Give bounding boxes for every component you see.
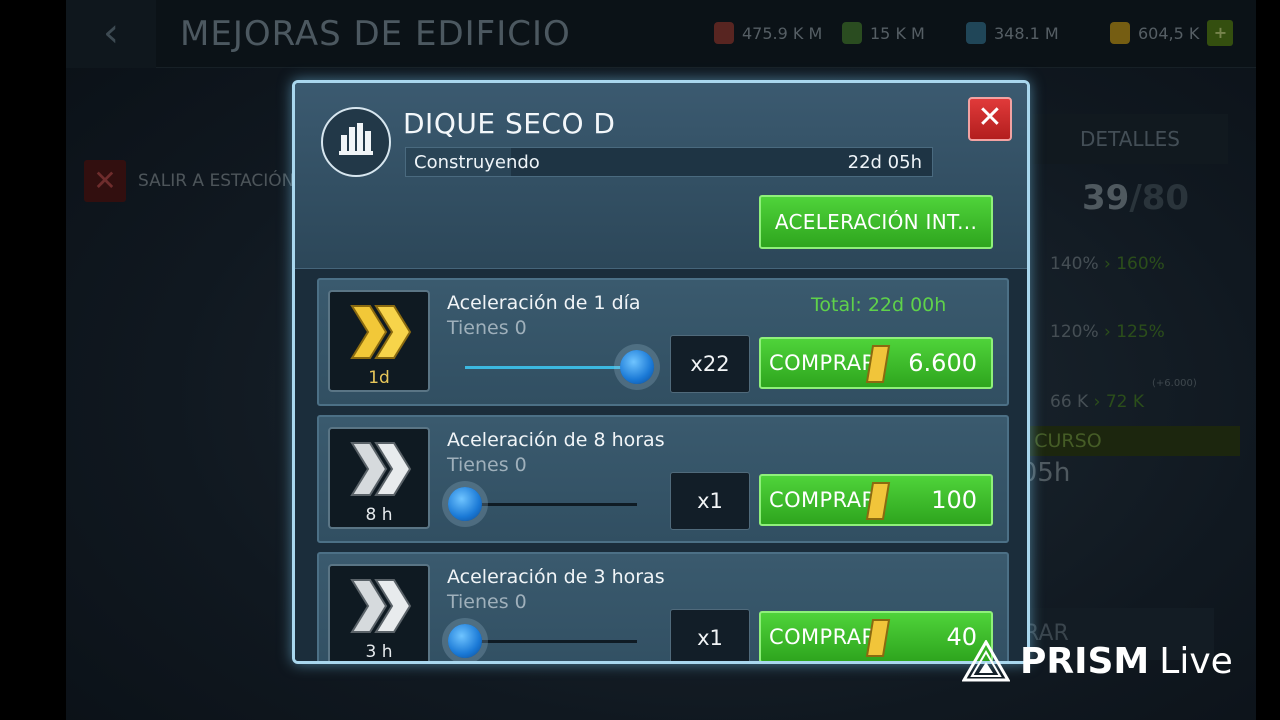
letterbox-right	[1256, 0, 1280, 720]
silver-speedup-icon: 3 h	[328, 564, 430, 662]
resource-ore: 348.1 M	[966, 20, 1059, 46]
stat-from: 140%	[1050, 254, 1099, 274]
resource-gold: 604,5 K +	[1110, 20, 1234, 46]
resource-value: 15 K M	[870, 23, 925, 43]
stat-to: 72 K	[1105, 392, 1144, 412]
item-title: Aceleración de 1 día	[447, 292, 641, 314]
building-icon	[321, 107, 391, 177]
dialog-header: DIQUE SECO D Construyendo 22d 05h ✕ ACEL…	[295, 83, 1027, 269]
list-item: 8 h Aceleración de 8 horas Tienes 0 x1 C…	[317, 415, 1009, 543]
stat-to: 125%	[1116, 322, 1165, 342]
level-current: 39	[1082, 178, 1130, 218]
item-owned: Tienes 0	[447, 317, 527, 339]
build-progress-bar: Construyendo 22d 05h	[405, 147, 933, 177]
buy-label: COMPRAR	[769, 351, 877, 375]
details-panel: DETALLES 39/80 140% › 160% 120% › 125% (…	[992, 112, 1242, 672]
dialog-title: DIQUE SECO D	[403, 107, 616, 140]
tab-details[interactable]: DETALLES	[1032, 114, 1228, 164]
thumb-label: 1d	[368, 368, 390, 388]
gold-bar-icon	[865, 345, 891, 383]
item-title: Aceleración de 8 horas	[447, 429, 665, 451]
stat-row: 66 K › 72 K	[1050, 392, 1144, 412]
level-max: /80	[1129, 178, 1190, 218]
gold-bar-icon	[865, 619, 891, 657]
speedup-list[interactable]: 1d Aceleración de 1 día Tienes 0 Total: …	[295, 269, 1027, 662]
quantity-display: x1	[670, 609, 750, 661]
thumb-label: 8 h	[365, 505, 393, 525]
speedup-dialog: DIQUE SECO D Construyendo 22d 05h ✕ ACEL…	[292, 80, 1030, 664]
fuel-resource-icon	[842, 22, 862, 44]
quantity-slider[interactable]	[465, 350, 654, 384]
quantity-slider[interactable]	[448, 487, 637, 521]
prism-live-watermark: PRISM Live	[962, 640, 1233, 682]
slider-knob[interactable]	[620, 350, 654, 384]
silver-speedup-icon: 8 h	[328, 427, 430, 529]
slider-knob[interactable]	[448, 624, 482, 658]
leave-station-button[interactable]: ✕ SALIR A ESTACIÓN	[84, 160, 294, 202]
gold-resource-icon	[1110, 22, 1130, 44]
close-icon: ✕	[977, 100, 1003, 135]
stat-bonus: (+6.000)	[1152, 378, 1197, 389]
level-count: 39/80	[1082, 178, 1189, 218]
buy-label: COMPRAR	[769, 625, 877, 649]
instant-acceleration-button[interactable]: ACELERACIÓN INT...	[759, 195, 993, 249]
food-resource-icon	[714, 22, 734, 44]
stat-from: 66 K	[1050, 392, 1089, 412]
resource-fuel: 15 K M	[842, 20, 925, 46]
item-total: Total: 22d 00h	[811, 294, 947, 316]
item-owned: Tienes 0	[447, 454, 527, 476]
buy-price: 6.600	[908, 349, 977, 377]
buy-button[interactable]: COMPRAR 100	[759, 474, 993, 526]
add-gold-button[interactable]: +	[1207, 20, 1234, 46]
list-item: 1d Aceleración de 1 día Tienes 0 Total: …	[317, 278, 1009, 406]
ore-resource-icon	[966, 22, 986, 44]
buy-button[interactable]: COMPRAR 40	[759, 611, 993, 661]
resource-value: 348.1 M	[994, 23, 1059, 43]
quantity-display: x22	[670, 335, 750, 393]
stat-to: 160%	[1116, 254, 1165, 274]
back-button[interactable]: ‹	[66, 0, 156, 68]
close-button[interactable]: ✕	[968, 97, 1012, 141]
quantity-display: x1	[670, 472, 750, 530]
gold-speedup-icon: 1d	[328, 290, 430, 392]
top-bar: ‹ MEJORAS DE EDIFICIO 475.9 K M 15 K M 3…	[66, 0, 1256, 68]
quantity-slider[interactable]	[448, 624, 637, 658]
buy-button[interactable]: COMPRAR 6.600	[759, 337, 993, 389]
thumb-label: 3 h	[365, 642, 393, 662]
brand-name: PRISM	[1020, 640, 1150, 682]
status-label: Construyendo	[414, 152, 540, 173]
stat-row: 120% › 125%	[1050, 322, 1165, 342]
close-icon: ✕	[84, 160, 126, 202]
screen-title: MEJORAS DE EDIFICIO	[180, 14, 571, 54]
resource-food: 475.9 K M	[714, 20, 822, 46]
item-title: Aceleración de 3 horas	[447, 566, 665, 588]
slider-knob[interactable]	[448, 487, 482, 521]
stat-from: 120%	[1050, 322, 1099, 342]
buy-price: 100	[931, 486, 977, 514]
gold-bar-icon	[865, 482, 891, 520]
buy-label: COMPRAR	[769, 488, 877, 512]
chevron-left-icon: ‹	[103, 10, 119, 56]
stat-row: 140% › 160%	[1050, 254, 1165, 274]
brand-suffix: Live	[1159, 640, 1233, 682]
resource-value: 604,5 K	[1138, 23, 1200, 43]
slider-fill	[465, 366, 637, 369]
letterbox-left	[0, 0, 66, 720]
prism-logo-icon	[962, 640, 1010, 682]
time-left: 22d 05h	[847, 152, 922, 173]
resource-value: 475.9 K M	[742, 23, 823, 43]
list-item: 3 h Aceleración de 3 horas Tienes 0 x1 C…	[317, 552, 1009, 662]
leave-label: SALIR A ESTACIÓN	[138, 171, 295, 191]
item-owned: Tienes 0	[447, 591, 527, 613]
